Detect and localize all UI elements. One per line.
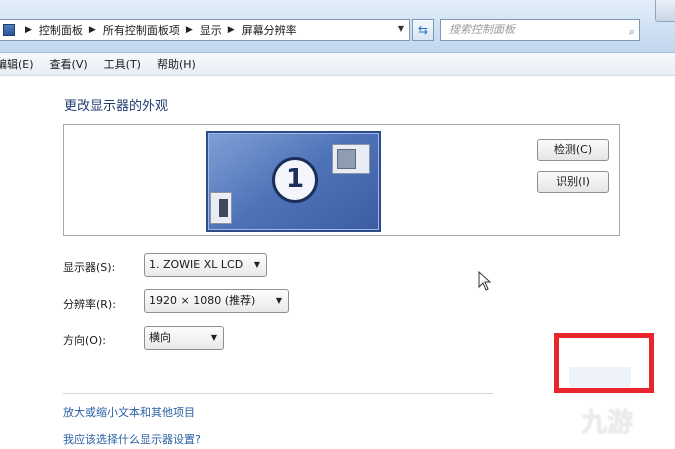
breadcrumb[interactable]: ▶ 控制面板 ▶ 所有控制面板项 ▶ 显示 ▶ 屏幕分辨率 ▼ bbox=[0, 19, 410, 41]
page-title: 更改显示器的外观 bbox=[64, 99, 169, 114]
menu-tools[interactable]: 工具(T) bbox=[104, 56, 141, 72]
breadcrumb-label: 显示 bbox=[199, 24, 222, 37]
window-thumbnail-icon bbox=[332, 144, 370, 174]
breadcrumb-item-resolution[interactable]: ▶ 屏幕分辨率 bbox=[222, 22, 297, 38]
breadcrumb-item-display[interactable]: ▶ 显示 bbox=[180, 22, 222, 38]
control-panel-icon bbox=[3, 24, 15, 36]
chevron-down-icon: ▼ bbox=[253, 260, 260, 269]
monitor-1-preview[interactable]: 1 bbox=[206, 131, 381, 232]
breadcrumb-label: 控制面板 bbox=[38, 24, 83, 37]
display-select[interactable]: 1. ZOWIE XL LCD ▼ bbox=[144, 253, 267, 277]
advanced-settings-button[interactable] bbox=[569, 367, 631, 387]
search-icon[interactable]: ⌕ bbox=[629, 22, 635, 42]
breadcrumb-item-control-panel[interactable]: ▶ 控制面板 bbox=[19, 22, 83, 38]
menu-edit[interactable]: 编辑(E) bbox=[0, 56, 34, 72]
monitor-number-badge: 1 bbox=[272, 157, 318, 203]
address-bar: ▶ 控制面板 ▶ 所有控制面板项 ▶ 显示 ▶ 屏幕分辨率 ▼ ⇆ 搜索控制面板… bbox=[0, 0, 675, 53]
menu-help[interactable]: 帮助(H) bbox=[157, 56, 196, 72]
resolution-label: 分辨率(R): bbox=[63, 298, 116, 311]
refresh-icon: ⇆ bbox=[417, 23, 429, 37]
menu-bar: 编辑(E) 查看(V) 工具(T) 帮助(H) bbox=[0, 53, 675, 76]
identify-button[interactable]: 识别(I) bbox=[537, 171, 609, 193]
breadcrumb-label: 所有控制面板项 bbox=[102, 24, 180, 37]
chevron-right-icon: ▶ bbox=[185, 25, 193, 35]
search-input[interactable]: 搜索控制面板 ⌕ bbox=[440, 19, 640, 41]
divider bbox=[63, 393, 493, 394]
orientation-select-value: 横向 bbox=[149, 331, 171, 344]
detect-button[interactable]: 检测(C) bbox=[537, 139, 609, 161]
display-label: 显示器(S): bbox=[63, 261, 116, 274]
menu-view[interactable]: 查看(V) bbox=[50, 56, 88, 72]
chevron-right-icon: ▶ bbox=[227, 25, 235, 35]
chevron-down-icon: ▼ bbox=[210, 333, 217, 342]
taskbar-thumbnail-icon bbox=[210, 192, 232, 224]
display-settings-help-link[interactable]: 我应该选择什么显示器设置? bbox=[63, 431, 201, 447]
chevron-right-icon: ▶ bbox=[25, 25, 32, 35]
window-control-button[interactable] bbox=[655, 0, 675, 22]
resolution-select-value: 1920 × 1080 (推荐) bbox=[149, 294, 256, 307]
watermark-logo: 九游 bbox=[581, 408, 634, 438]
breadcrumb-label: 屏幕分辨率 bbox=[241, 24, 297, 37]
display-select-value: 1. ZOWIE XL LCD bbox=[149, 258, 244, 271]
orientation-label: 方向(O): bbox=[63, 334, 106, 347]
chevron-down-icon: ▼ bbox=[275, 296, 282, 305]
resolution-select[interactable]: 1920 × 1080 (推荐) ▼ bbox=[144, 289, 289, 313]
chevron-down-icon[interactable]: ▼ bbox=[398, 24, 404, 33]
breadcrumb-item-all-items[interactable]: ▶ 所有控制面板项 bbox=[83, 22, 180, 38]
chevron-right-icon: ▶ bbox=[88, 25, 96, 35]
orientation-select[interactable]: 横向 ▼ bbox=[144, 326, 224, 350]
text-size-link[interactable]: 放大或缩小文本和其他项目 bbox=[63, 404, 195, 420]
search-placeholder: 搜索控制面板 bbox=[449, 23, 515, 36]
mouse-cursor-icon bbox=[478, 271, 492, 291]
refresh-button[interactable]: ⇆ bbox=[412, 19, 434, 41]
